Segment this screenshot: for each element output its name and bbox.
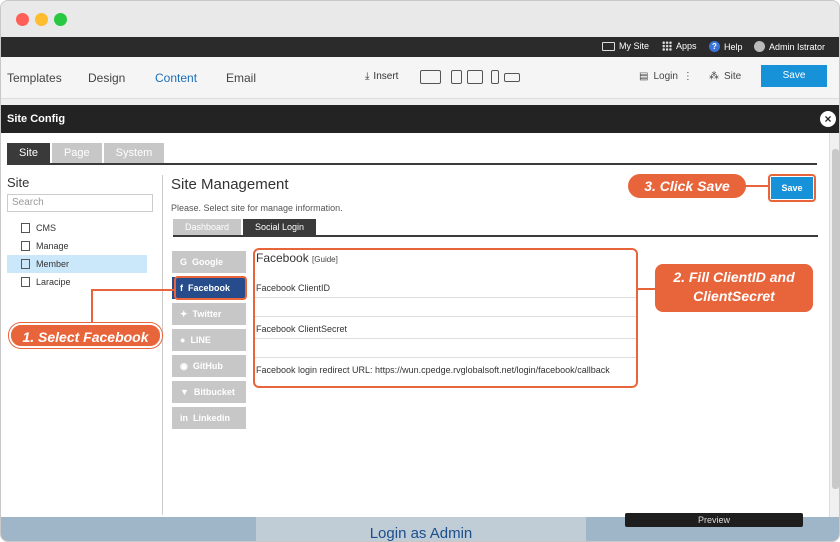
- panel-divider: [162, 175, 163, 515]
- file-icon: [21, 277, 30, 287]
- tab-system[interactable]: System: [103, 143, 165, 163]
- maximize-window-icon[interactable]: [54, 13, 67, 26]
- more-vertical-icon[interactable]: ⋮: [683, 71, 693, 82]
- tabs-divider: [7, 163, 817, 165]
- github-icon: ◉: [180, 361, 188, 371]
- sitemap-icon: ⁂: [709, 71, 719, 82]
- page-title: Site Management: [171, 176, 289, 193]
- login-section: Login as Admin: [256, 517, 586, 542]
- site-label: Site: [7, 175, 30, 190]
- modal-title: Site Config: [7, 113, 66, 125]
- site-menu[interactable]: ⁂ Site: [709, 71, 741, 82]
- close-icon[interactable]: ×: [820, 111, 836, 127]
- provider-google[interactable]: G Google: [172, 251, 246, 273]
- help-icon: ?: [709, 41, 720, 52]
- insert-button[interactable]: ⤓ Insert: [365, 71, 398, 82]
- line-icon: ●: [180, 335, 186, 345]
- provider-linkedin[interactable]: in Linkedin: [172, 407, 246, 429]
- page-preview-strip: Login as Admin Preview: [1, 513, 839, 542]
- linkedin-icon: in: [180, 413, 188, 423]
- tab-dashboard[interactable]: Dashboard: [173, 219, 242, 235]
- window-titlebar: [1, 1, 839, 37]
- tab-site[interactable]: Site: [7, 143, 50, 163]
- facebook-title: Facebook [Guide]: [256, 251, 338, 265]
- login-as-admin-text: Login as Admin: [369, 525, 473, 542]
- guide-link[interactable]: [Guide]: [312, 255, 338, 264]
- help-link[interactable]: ? Help: [709, 41, 743, 52]
- nav-design[interactable]: Design: [88, 71, 125, 85]
- client-secret-label: Facebook ClientSecret: [256, 324, 348, 334]
- document-icon: ▤: [639, 71, 649, 82]
- desktop-view-icon[interactable]: [420, 70, 441, 84]
- tree-item-cms[interactable]: CMS: [7, 219, 147, 237]
- save-highlight: [768, 174, 816, 202]
- file-icon: [21, 259, 30, 269]
- client-id-input[interactable]: [255, 297, 636, 317]
- tab-page[interactable]: Page: [51, 143, 102, 163]
- mobile-landscape-icon[interactable]: [504, 73, 520, 82]
- config-tabs: Site Page System: [7, 143, 165, 163]
- google-icon: G: [180, 257, 188, 267]
- nav-templates[interactable]: Templates: [7, 71, 62, 85]
- facebook-highlight: [174, 276, 247, 300]
- tablet-landscape-icon[interactable]: [467, 70, 483, 84]
- screen-icon: [602, 41, 615, 51]
- tree-item-member[interactable]: Member: [7, 255, 147, 273]
- callout-select-facebook: 1. Select Facebook: [9, 323, 162, 348]
- callout-1-connector: [91, 289, 93, 325]
- provider-github[interactable]: ◉ GitHub: [172, 355, 246, 377]
- callout-2-connector: [638, 288, 656, 290]
- browser-window: My Site Apps ? Help Admin Istrator Templ…: [0, 0, 840, 542]
- my-site-link[interactable]: My Site: [602, 41, 649, 51]
- file-icon: [21, 223, 30, 233]
- apps-grid-icon: [662, 41, 672, 51]
- scrollbar-thumb[interactable]: [832, 149, 839, 489]
- provider-bitbucket[interactable]: ▼ Bitbucket: [172, 381, 246, 403]
- client-secret-input[interactable]: [255, 338, 636, 358]
- download-icon: ⤓: [365, 71, 370, 82]
- subtabs-divider: [173, 235, 818, 237]
- avatar: [754, 41, 765, 52]
- user-menu[interactable]: Admin Istrator: [754, 41, 825, 52]
- page-subtitle: Please. Select site for manage informati…: [171, 203, 343, 213]
- editor-toolbar: Templates Design Content Email ⤓ Insert …: [1, 57, 839, 99]
- management-tabs: Dashboard Social Login: [173, 219, 317, 235]
- minimize-window-icon[interactable]: [35, 13, 48, 26]
- provider-line[interactable]: ● LINE: [172, 329, 246, 351]
- modal-header: Site Config ×: [1, 105, 839, 133]
- callout-3-connector: [745, 185, 769, 187]
- callout-1-connector: [91, 289, 175, 291]
- login-menu[interactable]: ▤ Login ⋮: [639, 71, 693, 82]
- client-id-label: Facebook ClientID: [256, 283, 331, 293]
- preview-button[interactable]: Preview: [625, 513, 803, 527]
- nav-content[interactable]: Content: [155, 71, 197, 85]
- close-window-icon[interactable]: [16, 13, 29, 26]
- apps-link[interactable]: Apps: [662, 41, 697, 51]
- site-tree: CMS Manage Member Laracipe: [7, 219, 147, 291]
- nav-email[interactable]: Email: [226, 71, 256, 85]
- modal-scrollbar[interactable]: [829, 133, 839, 517]
- provider-twitter[interactable]: ✦ Twitter: [172, 303, 246, 325]
- search-input[interactable]: Search: [7, 194, 153, 212]
- tab-social-login[interactable]: Social Login: [243, 219, 317, 235]
- redirect-url-label: Facebook login redirect URL: https://wun…: [256, 365, 610, 375]
- bitbucket-icon: ▼: [180, 387, 189, 397]
- tree-item-manage[interactable]: Manage: [7, 237, 147, 255]
- file-icon: [21, 241, 30, 251]
- mobile-view-icon[interactable]: [491, 70, 499, 84]
- editor-save-button[interactable]: Save: [761, 65, 827, 87]
- admin-topbar: My Site Apps ? Help Admin Istrator: [1, 37, 839, 57]
- site-panel: Site Search: [7, 175, 157, 212]
- callout-fill-client-id: 2. Fill ClientID and ClientSecret: [655, 264, 813, 312]
- tablet-view-icon[interactable]: [451, 70, 462, 84]
- twitter-icon: ✦: [180, 309, 188, 319]
- callout-click-save: 3. Click Save: [628, 174, 746, 198]
